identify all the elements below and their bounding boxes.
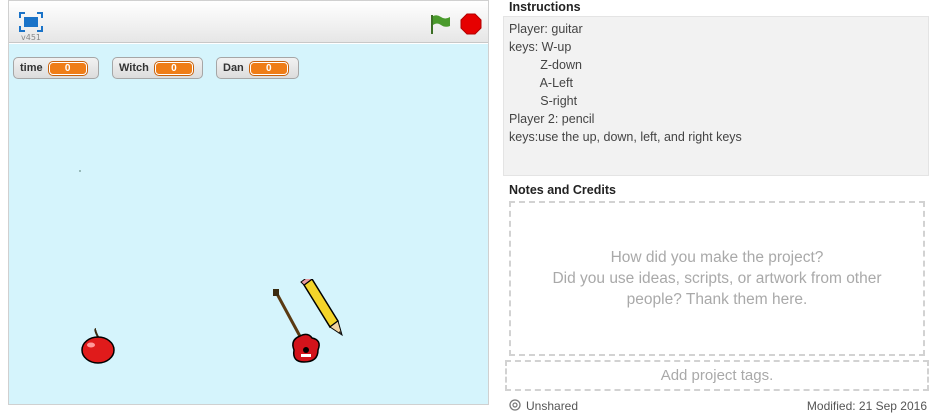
project-info-panel: Instructions Player: guitar keys: W-up Z… xyxy=(503,0,935,415)
project-tags-field[interactable]: Add project tags. xyxy=(505,360,929,391)
stage-dot xyxy=(79,170,81,172)
notes-placeholder: Did you use ideas, scripts, or artwork f… xyxy=(552,270,882,287)
stage-header: v451 xyxy=(9,1,488,43)
notes-placeholder: people? Thank them here. xyxy=(626,291,808,308)
version-label: v451 xyxy=(21,33,42,42)
apple-sprite-icon[interactable] xyxy=(80,327,116,370)
monitor-value: 0 xyxy=(154,61,193,75)
instructions-title: Instructions xyxy=(509,0,581,14)
monitor-time: time 0 xyxy=(13,57,99,79)
monitor-value: 0 xyxy=(48,61,87,75)
pencil-sprite-icon[interactable] xyxy=(300,275,346,342)
notes-title: Notes and Credits xyxy=(509,183,616,197)
stage-panel: v451 time 0 Witch 0 Dan 0 xyxy=(8,0,489,405)
modified-date: Modified: 21 Sep 2016 xyxy=(806,399,927,413)
fullscreen-icon[interactable] xyxy=(18,11,44,33)
instructions-line: Player: guitar xyxy=(509,22,583,36)
project-footer: Unshared Modified: 21 Sep 2016 xyxy=(509,397,927,415)
monitor-label: time xyxy=(20,62,43,74)
instructions-line: Player 2: pencil xyxy=(509,112,595,126)
notes-placeholder: How did you make the project? xyxy=(610,249,824,266)
instructions-line: Z-down xyxy=(509,58,582,72)
stage-canvas[interactable]: time 0 Witch 0 Dan 0 xyxy=(9,44,488,404)
monitor-label: Dan xyxy=(223,62,244,74)
monitor-value: 0 xyxy=(249,61,288,75)
notes-credits-field[interactable]: How did you make the project? Did you us… xyxy=(509,201,925,356)
share-status-label: Unshared xyxy=(526,399,579,413)
monitor-dan: Dan 0 xyxy=(216,57,299,79)
instructions-line: S-right xyxy=(509,94,578,108)
tags-placeholder: Add project tags. xyxy=(660,367,774,384)
green-flag-icon[interactable] xyxy=(429,13,451,35)
monitor-label: Witch xyxy=(119,62,149,74)
instructions-line: keys: W-up xyxy=(509,40,572,54)
instructions-line: A-Left xyxy=(509,76,573,90)
unshared-icon xyxy=(509,398,521,414)
share-status: Unshared xyxy=(509,398,579,414)
instructions-line: keys:use the up, down, left, and right k… xyxy=(509,130,742,144)
monitor-witch: Witch 0 xyxy=(112,57,203,79)
stop-icon[interactable] xyxy=(460,13,482,35)
